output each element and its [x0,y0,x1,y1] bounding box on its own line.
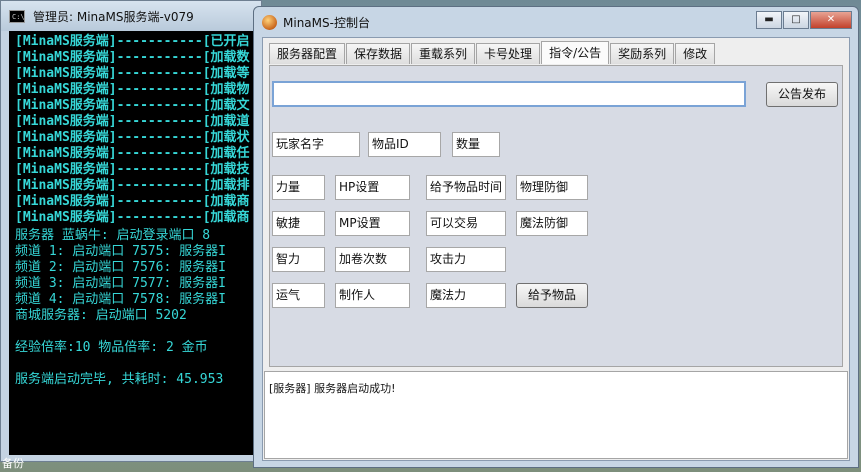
magic-power-field[interactable]: 魔法力 [426,283,506,308]
console-title: 管理员: MinaMS服务端-v079 [33,9,194,24]
console-line: [MinaMS服务端]-----------[加载状 [15,130,250,145]
console-line: [MinaMS服务端]-----------[加载技 [15,162,250,177]
phys-def-field[interactable]: 物理防御 [516,175,588,200]
console-line: [MinaMS服务端]-----------[加载商 [15,210,250,225]
taskbar-label: 备份 [2,457,24,470]
console-line: [MinaMS服务端]-----------[加载商 [15,194,250,209]
app-icon [262,14,277,30]
console-line: 服务端启动完毕, 共耗时: 45.953 [15,372,224,387]
console-line: 经验倍率:10 物品倍率: 2 金币 [15,340,208,355]
intelligence-field[interactable]: 智力 [272,247,325,272]
notice-input[interactable] [272,81,746,107]
tab-card-process[interactable]: 卡号处理 [476,43,541,64]
console-titlebar[interactable]: C:\ 管理员: MinaMS服务端-v079 [1,1,261,31]
tab-modify[interactable]: 修改 [675,43,716,64]
close-button[interactable]: ✕ [810,11,852,29]
console-line: 频道 4: 启动端口 7578: 服务器I [15,292,226,307]
tab-command-notice[interactable]: 指令/公告 [541,41,610,64]
console-line: [MinaMS服务端]-----------[加载文 [15,98,250,113]
magic-def-field[interactable]: 魔法防御 [516,211,588,236]
attack-field[interactable]: 攻击力 [426,247,506,272]
tab-reload[interactable]: 重载系列 [411,43,476,64]
window-title: MinaMS-控制台 [283,15,370,30]
console-line: [MinaMS服务端]-----------[加载道 [15,114,250,129]
give-time-field[interactable]: 给予物品时间 [426,175,506,200]
control-titlebar[interactable]: MinaMS-控制台 ▬ □ ✕ [254,7,858,37]
publish-notice-button[interactable]: 公告发布 [766,82,838,107]
console-line: [MinaMS服务端]-----------[已开启 [15,34,250,49]
maximize-button[interactable]: □ [783,11,809,29]
command-notice-panel: 公告发布 玩家名字 物品ID 数量 力量 HP设置 给予物品时间 物理防御 敏捷… [269,65,843,367]
console-line: [MinaMS服务端]-----------[加载物 [15,82,250,97]
console-line: [MinaMS服务端]-----------[加载等 [15,66,250,81]
window-controls: ▬ □ ✕ [755,11,852,29]
tab-server-config[interactable]: 服务器配置 [269,43,346,64]
tab-rewards[interactable]: 奖励系列 [610,43,675,64]
console-line: 频道 3: 启动端口 7577: 服务器I [15,276,226,291]
player-name-field[interactable]: 玩家名字 [272,132,360,157]
console-line: 频道 1: 启动端口 7575: 服务器I [15,244,226,259]
item-id-field[interactable]: 物品ID [368,132,441,157]
console-output: [MinaMS服务端]-----------[已开启 [MinaMS服务端]--… [9,31,263,455]
minimize-button[interactable]: ▬ [756,11,782,29]
tab-save-data[interactable]: 保存数据 [346,43,411,64]
log-output[interactable]: [服务器] 服务器启动成功! [264,371,848,459]
console-line: 商城服务器: 启动端口 5202 [15,308,187,323]
console-line: [MinaMS服务端]-----------[加载任 [15,146,250,161]
luck-field[interactable]: 运气 [272,283,325,308]
give-item-button[interactable]: 给予物品 [516,283,588,308]
console-line: 服务器 蓝蜗牛: 启动登录端口 8 [15,228,211,243]
mp-field[interactable]: MP设置 [335,211,410,236]
console-line: 频道 2: 启动端口 7576: 服务器I [15,260,226,275]
control-window[interactable]: MinaMS-控制台 ▬ □ ✕ 服务器配置 保存数据 重载系列 卡号处理 指令… [253,6,859,468]
strength-field[interactable]: 力量 [272,175,325,200]
hp-field[interactable]: HP设置 [335,175,410,200]
quantity-field[interactable]: 数量 [452,132,500,157]
creator-field[interactable]: 制作人 [335,283,410,308]
dexterity-field[interactable]: 敏捷 [272,211,325,236]
client-area: 服务器配置 保存数据 重载系列 卡号处理 指令/公告 奖励系列 修改 公告发布 … [262,37,850,461]
console-line: [MinaMS服务端]-----------[加载数 [15,50,250,65]
tab-bar: 服务器配置 保存数据 重载系列 卡号处理 指令/公告 奖励系列 修改 [269,41,716,65]
tradeable-field[interactable]: 可以交易 [426,211,506,236]
console-line: [MinaMS服务端]-----------[加载排 [15,178,250,193]
console-window[interactable]: C:\ 管理员: MinaMS服务端-v079 [MinaMS服务端]-----… [0,0,263,462]
cmd-icon: C:\ [9,9,25,23]
scroll-count-field[interactable]: 加卷次数 [335,247,410,272]
